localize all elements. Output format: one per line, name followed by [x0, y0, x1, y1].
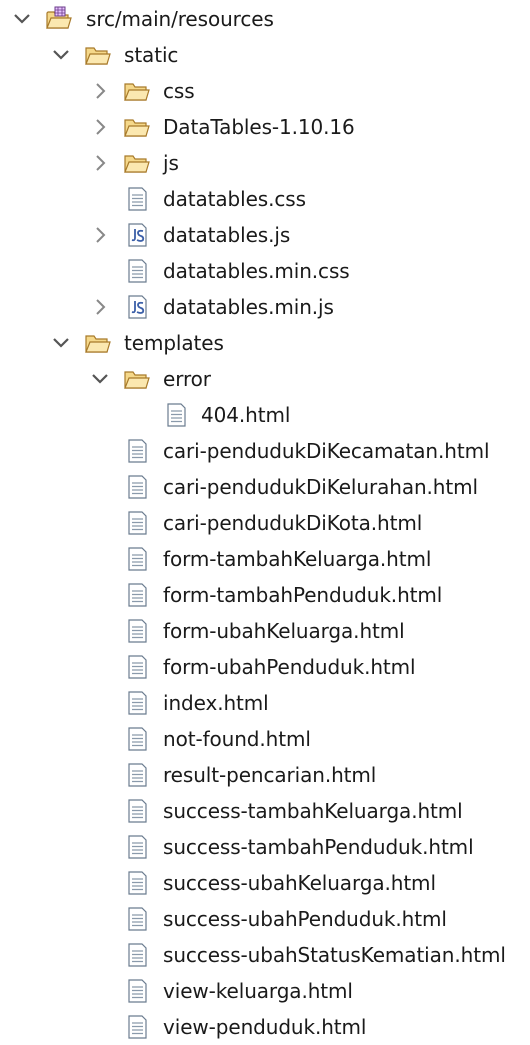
tree-item-templates[interactable]: templates: [0, 325, 530, 361]
tree-item-datatables-js[interactable]: datatables.js: [0, 217, 530, 253]
tree-item-datatables-min-js[interactable]: datatables.min.js: [0, 289, 530, 325]
tree-item-label: form-ubahKeluarga.html: [163, 619, 405, 643]
tree-item-file[interactable]: form-ubahPenduduk.html: [0, 649, 530, 685]
text-file-icon: [128, 187, 147, 211]
tree-item-file[interactable]: success-tambahPenduduk.html: [0, 829, 530, 865]
text-file-icon: [128, 475, 147, 499]
text-file-icon: [128, 259, 147, 283]
text-file-icon: [128, 547, 147, 571]
tree-item-label: 404.html: [201, 403, 291, 427]
chevron-right-icon[interactable]: [88, 79, 112, 103]
tree-item-label: datatables.min.js: [163, 295, 334, 319]
open-folder-icon: [124, 371, 150, 389]
tree-item-css[interactable]: css: [0, 73, 530, 109]
chevron-down-icon[interactable]: [49, 43, 73, 67]
text-file-icon: [128, 439, 147, 463]
tree-item-file[interactable]: form-ubahKeluarga.html: [0, 613, 530, 649]
tree-item-label: cari-pendudukDiKecamatan.html: [163, 439, 490, 463]
chevron-right-icon[interactable]: [88, 115, 112, 139]
text-file-icon: [128, 655, 147, 679]
tree-item-label: success-tambahKeluarga.html: [163, 799, 463, 823]
text-file-icon: [128, 583, 147, 607]
text-file-icon: [128, 907, 147, 931]
tree-item-label: form-tambahKeluarga.html: [163, 547, 432, 571]
text-file-icon: [128, 979, 147, 1003]
tree-item-datatables-folder[interactable]: DataTables-1.10.16: [0, 109, 530, 145]
open-folder-icon: [124, 119, 150, 137]
open-folder-icon: [85, 47, 111, 65]
tree-item-label: cari-pendudukDiKelurahan.html: [163, 475, 478, 499]
project-explorer-tree: src/main/resources static css DataTables…: [0, 0, 530, 1043]
tree-item-label: success-ubahStatusKematian.html: [163, 943, 506, 967]
tree-item-file[interactable]: cari-pendudukDiKecamatan.html: [0, 433, 530, 469]
tree-item-label: success-tambahPenduduk.html: [163, 835, 474, 859]
tree-item-label: datatables.css: [163, 187, 306, 211]
tree-item-label: view-penduduk.html: [163, 1015, 367, 1039]
chevron-down-icon[interactable]: [49, 331, 73, 355]
tree-item-label: index.html: [163, 691, 269, 715]
text-file-icon: [128, 799, 147, 823]
tree-item-label: src/main/resources: [86, 7, 274, 31]
tree-item-file[interactable]: view-penduduk.html: [0, 1009, 530, 1045]
open-folder-icon: [124, 155, 150, 173]
tree-item-label: view-keluarga.html: [163, 979, 353, 1003]
tree-item-file[interactable]: success-ubahStatusKematian.html: [0, 937, 530, 973]
chevron-right-icon[interactable]: [88, 223, 112, 247]
tree-item-label: css: [163, 79, 195, 103]
tree-item-file[interactable]: success-tambahKeluarga.html: [0, 793, 530, 829]
tree-item-label: cari-pendudukDiKota.html: [163, 511, 423, 535]
open-folder-icon: [124, 83, 150, 101]
chevron-right-icon[interactable]: [88, 151, 112, 175]
text-file-icon: [128, 943, 147, 967]
tree-item-file[interactable]: index.html: [0, 685, 530, 721]
tree-item-error[interactable]: error: [0, 361, 530, 397]
text-file-icon: [128, 1015, 147, 1039]
text-file-icon: [167, 403, 186, 427]
tree-item-label: templates: [124, 331, 224, 355]
text-file-icon: [128, 763, 147, 787]
text-file-icon: [128, 619, 147, 643]
javascript-file-icon: [128, 295, 147, 319]
tree-item-label: datatables.min.css: [163, 259, 350, 283]
tree-item-file[interactable]: view-keluarga.html: [0, 973, 530, 1009]
tree-item-file[interactable]: not-found.html: [0, 721, 530, 757]
tree-item-label: result-pencarian.html: [163, 763, 377, 787]
text-file-icon: [128, 835, 147, 859]
text-file-icon: [128, 727, 147, 751]
tree-item-label: form-ubahPenduduk.html: [163, 655, 416, 679]
tree-item-label: js: [163, 151, 179, 175]
javascript-file-icon: [128, 223, 147, 247]
open-folder-icon: [85, 335, 111, 353]
package-folder-icon: [46, 6, 72, 29]
tree-item-label: error: [163, 367, 211, 391]
text-file-icon: [128, 511, 147, 535]
tree-item-label: DataTables-1.10.16: [163, 115, 355, 139]
tree-item-file[interactable]: form-tambahPenduduk.html: [0, 577, 530, 613]
tree-item-static[interactable]: static: [0, 37, 530, 73]
tree-item-src-main-resources[interactable]: src/main/resources: [0, 1, 530, 37]
chevron-right-icon[interactable]: [88, 295, 112, 319]
tree-item-datatables-css[interactable]: datatables.css: [0, 181, 530, 217]
tree-item-js[interactable]: js: [0, 145, 530, 181]
text-file-icon: [128, 691, 147, 715]
tree-item-404-html[interactable]: 404.html: [0, 397, 530, 433]
tree-item-label: static: [124, 43, 179, 67]
tree-item-datatables-min-css[interactable]: datatables.min.css: [0, 253, 530, 289]
tree-item-file[interactable]: cari-pendudukDiKota.html: [0, 505, 530, 541]
chevron-down-icon[interactable]: [10, 7, 34, 31]
text-file-icon: [128, 871, 147, 895]
tree-item-label: success-ubahKeluarga.html: [163, 871, 436, 895]
tree-item-file[interactable]: result-pencarian.html: [0, 757, 530, 793]
tree-item-label: not-found.html: [163, 727, 311, 751]
tree-item-file[interactable]: success-ubahKeluarga.html: [0, 865, 530, 901]
chevron-down-icon[interactable]: [88, 367, 112, 391]
tree-item-file[interactable]: cari-pendudukDiKelurahan.html: [0, 469, 530, 505]
tree-item-file[interactable]: form-tambahKeluarga.html: [0, 541, 530, 577]
tree-item-file[interactable]: success-ubahPenduduk.html: [0, 901, 530, 937]
tree-item-label: datatables.js: [163, 223, 291, 247]
tree-item-label: form-tambahPenduduk.html: [163, 583, 443, 607]
tree-item-label: success-ubahPenduduk.html: [163, 907, 447, 931]
